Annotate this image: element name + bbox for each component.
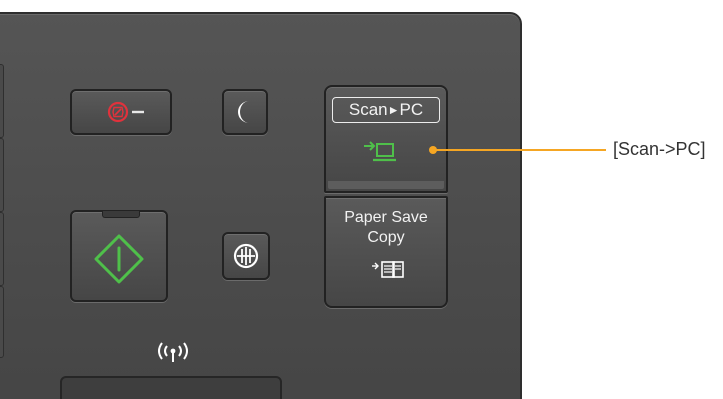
paper-save-copy-icon (372, 261, 404, 278)
start-diamond-icon (94, 234, 144, 284)
language-button[interactable] (222, 232, 270, 280)
edge-tab-1 (0, 64, 4, 138)
edge-tab-3 (0, 212, 4, 286)
printer-control-panel-illustration: Scan►PC Paper Save Copy [Scan->PC] (0, 0, 723, 399)
start-button-notch (102, 211, 140, 218)
display-area (60, 376, 282, 399)
scan-button-strip (328, 181, 444, 189)
energy-saver-button[interactable] (222, 89, 268, 135)
moon-icon (238, 101, 249, 123)
edge-tab-2 (0, 138, 4, 212)
stop-button[interactable] (70, 89, 172, 135)
edge-tab-4 (0, 286, 4, 358)
callout-leader-line (434, 149, 606, 151)
scan-to-pc-icon (364, 141, 396, 162)
scan-indicator-dot (429, 146, 437, 154)
wireless-icon (158, 342, 188, 362)
scan-to-pc-button[interactable]: Scan►PC (324, 85, 448, 193)
callout-label: [Scan->PC] (613, 139, 706, 159)
start-button[interactable] (70, 210, 168, 302)
stop-icon (107, 101, 144, 123)
paper-save-copy-button[interactable]: Paper Save Copy (324, 196, 448, 308)
language-icon (233, 243, 259, 269)
